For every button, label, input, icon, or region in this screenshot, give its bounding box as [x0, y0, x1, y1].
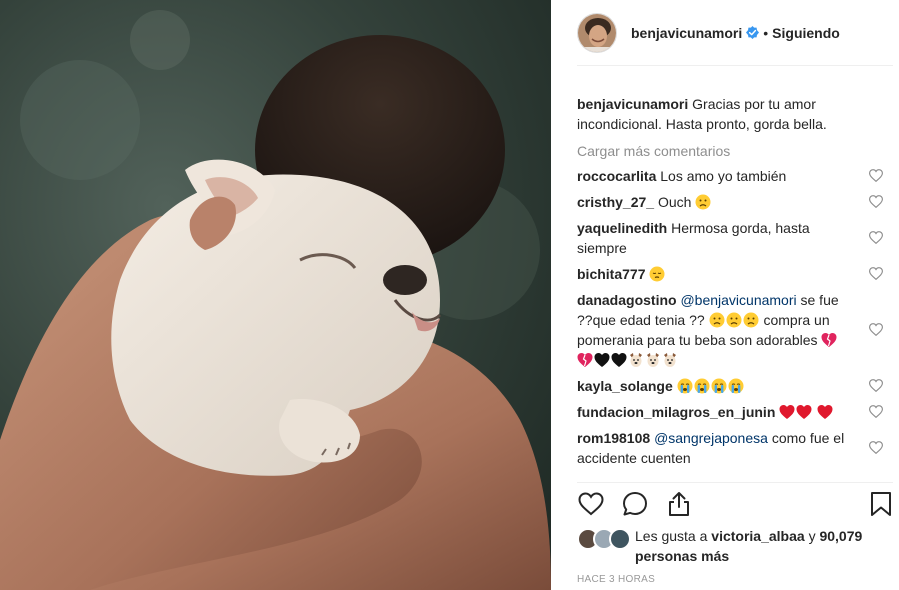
comment-mention-link[interactable]: @benjavicunamori	[680, 292, 796, 308]
broken-heart-emoji-icon	[577, 353, 593, 367]
sad-face-emoji-icon	[743, 312, 759, 328]
comment-like-heart-icon[interactable]	[869, 267, 883, 280]
comment-text: Los amo yo también	[660, 168, 787, 184]
comment-username[interactable]: rom198108	[577, 430, 650, 446]
sad-face-emoji-icon	[709, 312, 725, 328]
likes-suffix[interactable]: personas más	[635, 548, 729, 564]
comment-like-heart-icon[interactable]	[869, 323, 883, 336]
comment-like-heart-icon[interactable]	[869, 169, 883, 182]
speech-bubble-icon[interactable]	[621, 490, 649, 518]
post-caption: benjavicunamori Gracias por tu amor inco…	[577, 94, 893, 134]
likes-count-link[interactable]: 90,079	[819, 528, 862, 544]
comment-like-heart-icon[interactable]	[869, 231, 883, 244]
verified-badge-icon	[746, 26, 760, 39]
post-actions-bar	[577, 488, 893, 520]
likes-and: y	[808, 528, 816, 544]
avatar-image	[578, 13, 616, 52]
likes-summary: Les gusta a victoria_albaa y 90,079 pers…	[577, 526, 877, 566]
broken-heart-emoji-icon	[821, 333, 837, 347]
actions-divider	[577, 482, 893, 483]
post-header: benjavicunamori • Siguiendo	[577, 0, 893, 66]
crying-face-emoji-icon	[711, 378, 727, 394]
likers-avatars[interactable]	[577, 528, 635, 550]
comment-item: danadagostino @benjavicunamori se fue ??…	[577, 290, 893, 370]
comment-like-heart-icon[interactable]	[869, 441, 883, 454]
comment-item: kayla_solange	[577, 376, 893, 396]
sad-face-emoji-icon	[695, 194, 711, 210]
red-heart-emoji-icon	[817, 405, 833, 419]
likes-user-link[interactable]: victoria_albaa	[711, 528, 804, 544]
comment-username[interactable]: bichita777	[577, 266, 645, 282]
comment-username[interactable]: roccocarlita	[577, 168, 656, 184]
bookmark-icon[interactable]	[867, 490, 895, 518]
black-heart-emoji-icon	[611, 353, 627, 367]
header-separator: •	[763, 24, 769, 41]
pensive-face-emoji-icon	[649, 266, 665, 282]
comment-like-heart-icon[interactable]	[869, 195, 883, 208]
comment-like-heart-icon[interactable]	[869, 405, 883, 418]
comment-mention-link[interactable]: @sangrejaponesa	[654, 430, 768, 446]
crying-face-emoji-icon	[728, 378, 744, 394]
comment-item: roccocarlita Los amo yo también	[577, 166, 893, 186]
sad-face-emoji-icon	[726, 312, 742, 328]
crying-face-emoji-icon	[677, 378, 693, 394]
comment-username[interactable]: kayla_solange	[577, 378, 673, 394]
likes-text: Les gusta a victoria_albaa y 90,079 pers…	[635, 526, 877, 566]
dog-face-emoji-icon	[647, 353, 659, 367]
comment-item: bichita777	[577, 264, 893, 284]
post-photo[interactable]	[0, 0, 551, 590]
share-icon[interactable]	[665, 490, 693, 518]
comment-item: rom198108 @sangrejaponesa como fue el ac…	[577, 428, 893, 468]
comment-text: Ouch	[657, 194, 692, 210]
post-panel: benjavicunamori • Siguiendo benjavicunam…	[551, 0, 899, 590]
comment-username[interactable]: yaquelinedith	[577, 220, 667, 236]
header-username[interactable]: benjavicunamori	[631, 25, 742, 41]
caption-username[interactable]: benjavicunamori	[577, 96, 688, 112]
liker-avatar	[609, 528, 631, 550]
user-avatar[interactable]	[577, 12, 617, 53]
photo-man-hugging-bulldog	[0, 0, 551, 590]
comment-item: cristhy_27_ Ouch	[577, 192, 893, 212]
comments-list[interactable]: benjavicunamori Gracias por tu amor inco…	[577, 94, 893, 486]
comment-username[interactable]: fundacion_milagros_en_junin	[577, 404, 775, 420]
comment-username[interactable]: cristhy_27_	[577, 194, 654, 210]
comment-item: fundacion_milagros_en_junin	[577, 402, 893, 422]
dog-face-emoji-icon	[630, 353, 642, 367]
red-heart-emoji-icon	[796, 405, 812, 419]
red-heart-emoji-icon	[779, 405, 795, 419]
comment-item: yaquelinedith Hermosa gorda, hasta siemp…	[577, 218, 893, 258]
load-more-comments-button[interactable]: Cargar más comentarios	[577, 142, 893, 160]
black-heart-emoji-icon	[594, 353, 610, 367]
comment-like-heart-icon[interactable]	[869, 379, 883, 392]
likes-prefix: Les gusta a	[635, 528, 708, 544]
following-button[interactable]: Siguiendo	[772, 25, 840, 41]
crying-face-emoji-icon	[694, 378, 710, 394]
comment-username[interactable]: danadagostino	[577, 292, 677, 308]
post-timestamp[interactable]: HACE 3 HORAS	[577, 574, 655, 585]
heart-outline-icon[interactable]	[577, 490, 605, 518]
dog-face-emoji-icon	[664, 353, 676, 367]
